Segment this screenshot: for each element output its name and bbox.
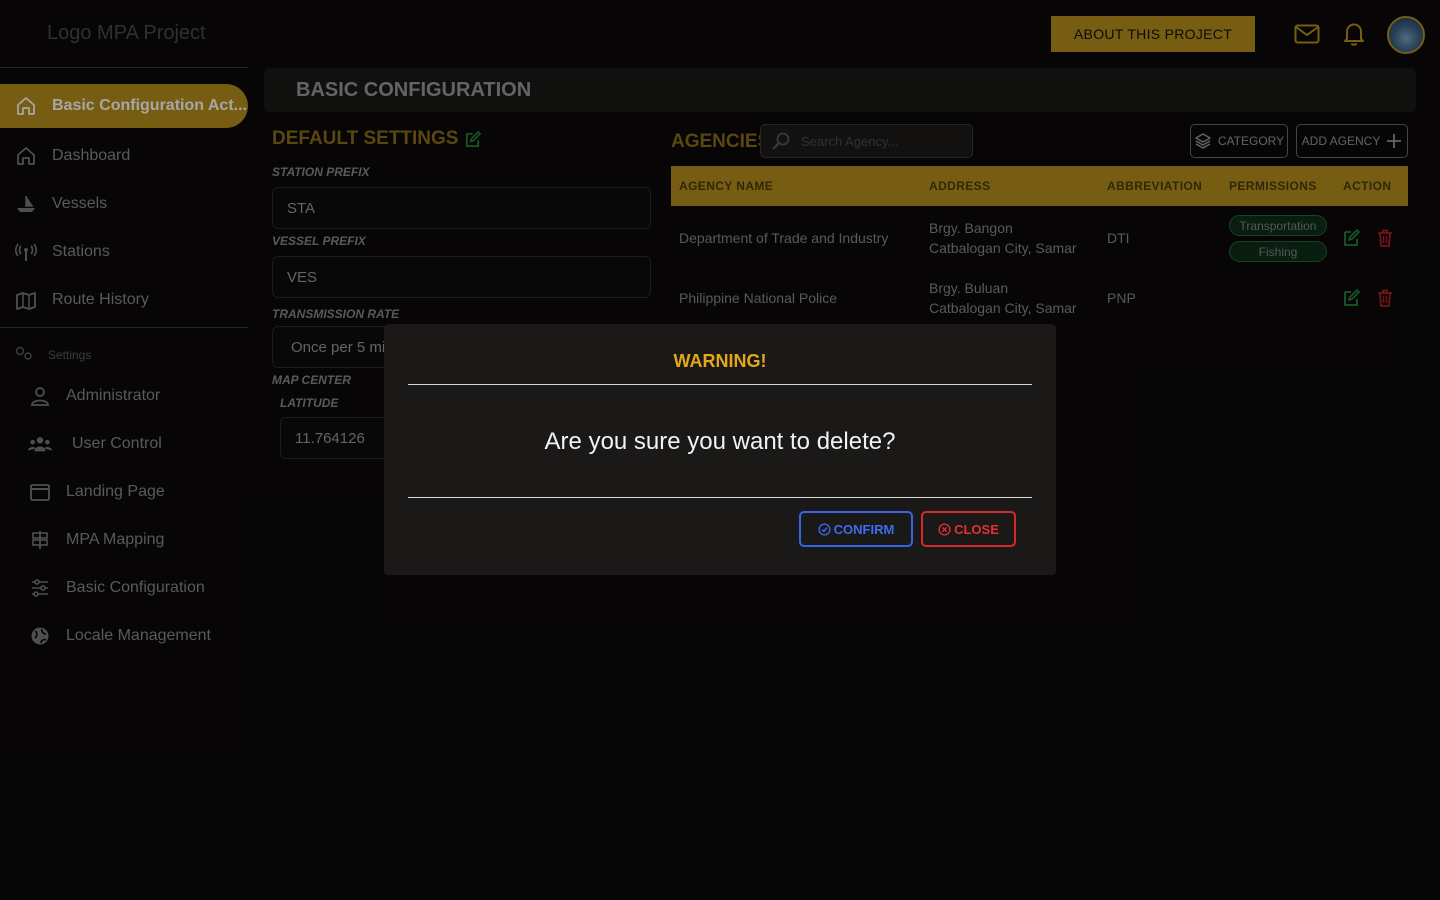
confirm-button[interactable]: CONFIRM [799,511,913,547]
dialog-divider [408,497,1032,498]
dialog-divider [408,384,1032,385]
x-circle-icon [938,522,951,536]
check-circle-icon [818,522,831,536]
close-button[interactable]: CLOSE [921,511,1016,547]
close-button-label: CLOSE [954,521,999,537]
app: Logo MPA Project ABOUT THIS PROJECT Basi… [0,0,1440,900]
dialog-title: WARNING! [673,351,767,371]
delete-confirmation-dialog: WARNING! Are you sure you want to delete… [384,324,1056,575]
confirm-button-label: CONFIRM [833,521,895,537]
dialog-message: Are you sure you want to delete? [544,428,896,455]
